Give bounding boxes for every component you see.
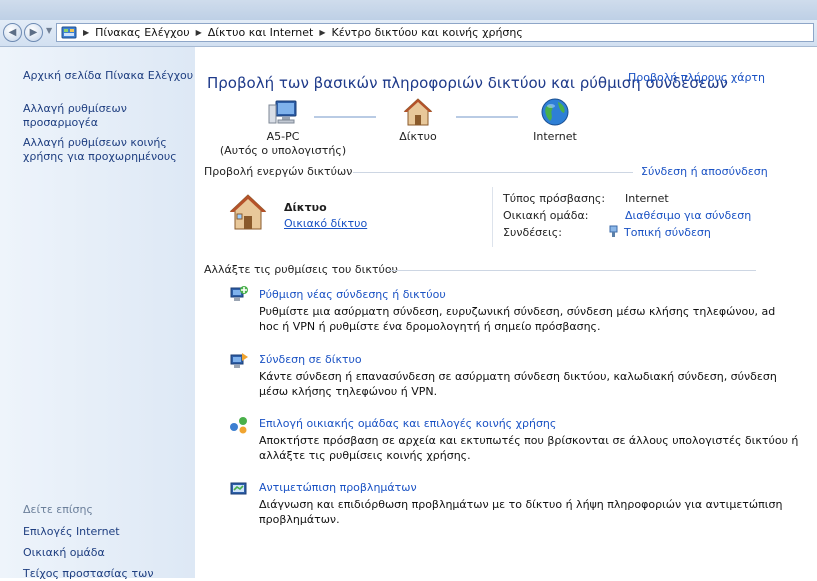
see-also-heading: Δείτε επίσης [23,503,93,516]
computer-icon [268,100,297,124]
network-name: Δίκτυο [284,201,327,214]
sidebar: Αρχική σελίδα Πίνακα Ελέγχου Αλλαγή ρυθμ… [0,47,195,581]
back-arrow-icon: ◀ [8,27,17,38]
breadcrumb-network-sharing-center[interactable]: Κέντρο δικτύου και κοινής χρήσης [332,26,523,39]
network-type-link[interactable]: Οικιακό δίκτυο [284,217,367,230]
sidebar-item-label: Αλλαγή ρυθμίσεων κοινής [23,136,167,149]
homegroup-join-link[interactable]: Διαθέσιμο για σύνδεση [625,209,751,222]
change-settings-heading: Αλλάξτε τις ρυθμίσεις του δικτύου [204,263,398,276]
connect-network-icon [230,353,248,368]
see-also-homegroup[interactable]: Οικιακή ομάδα [23,546,105,560]
task-setup-connection-description: Ρυθμίστε μια ασύρματη σύνδεση, ευρυζωνικ… [259,304,799,334]
description-line: hoc ή VPN ή ρυθμίστε ένα δρομολογητή ή σ… [259,320,601,333]
see-also-firewall[interactable]: Τείχος προστασίας των [23,567,153,581]
vertical-divider [492,187,493,247]
description-line: Κάντε σύνδεση ή επανασύνδεση σε ασύρματη… [259,370,777,383]
section-divider [353,172,633,173]
access-type-value: Internet [625,192,669,205]
new-connection-icon [230,286,248,301]
sidebar-item-advanced-sharing-settings[interactable]: Αλλαγή ρυθμίσεων κοινής χρήσης για προχω… [23,136,177,164]
access-type-label: Τύπος πρόσβασης: [503,192,606,205]
task-troubleshoot-link[interactable]: Αντιμετώπιση προβλημάτων [259,481,417,494]
troubleshoot-icon [230,482,247,495]
map-connector-line [314,116,376,118]
sidebar-item-control-panel-home[interactable]: Αρχική σελίδα Πίνακα Ελέγχου [23,69,193,83]
breadcrumb-control-panel[interactable]: Πίνακας Ελέγχου [95,26,189,39]
sidebar-item-label: Αλλαγή ρυθμίσεων [23,102,127,115]
address-bar: ◀ ▶ ▼ ▶ Πίνακας Ελέγχου ▶ Δίκτυο και Int… [0,20,817,47]
sidebar-item-change-adapter-settings[interactable]: Αλλαγή ρυθμίσεων προσαρμογέα [23,102,127,130]
description-line: προβλημάτων. [259,513,340,526]
homegroup-icon [230,417,247,434]
map-internet-label[interactable]: Internet [515,130,595,143]
task-connect-network-link[interactable]: Σύνδεση σε δίκτυο [259,353,362,366]
breadcrumb-separator: ▶ [195,28,202,37]
description-line: Ρυθμίστε μια ασύρματη σύνδεση, ευρυζωνικ… [259,305,776,318]
map-network-label[interactable]: Δίκτυο [378,130,458,143]
view-full-map-link[interactable]: Προβολή πλήρους χάρτη [628,71,765,84]
map-connector-line [456,116,518,118]
description-line: Διάγνωση και επιδιόρθωση προβλημάτων με … [259,498,783,511]
connections-label: Συνδέσεις: [503,226,562,239]
local-connection-link[interactable]: Τοπική σύνδεση [624,226,711,239]
globe-icon [541,98,569,126]
control-panel-icon [61,26,77,38]
forward-button[interactable]: ▶ [24,23,43,42]
house-icon [403,98,433,126]
task-troubleshoot-description: Διάγνωση και επιδιόρθωση προβλημάτων με … [259,497,799,527]
description-line: Αποκτήστε πρόσβαση σε αρχεία και εκτυπωτ… [259,434,799,447]
window-titlebar [0,0,817,20]
breadcrumb-network-internet[interactable]: Δίκτυο και Internet [208,26,314,39]
task-homegroup-sharing-link[interactable]: Επιλογή οικιακής ομάδας και επιλογές κοι… [259,417,556,430]
see-also-internet-options[interactable]: Επιλογές Internet [23,525,120,539]
section-divider [388,270,756,271]
sidebar-item-label: χρήσης για προχωρημένους [23,150,177,163]
ethernet-icon [609,225,618,237]
breadcrumb-separator: ▶ [319,28,326,37]
map-computer-name: A5-PC [266,130,300,143]
breadcrumb[interactable]: ▶ Πίνακας Ελέγχου ▶ Δίκτυο και Internet … [56,23,814,42]
task-setup-connection-link[interactable]: Ρύθμιση νέας σύνδεσης ή δικτύου [259,288,446,301]
homegroup-label: Οικιακή ομάδα: [503,209,589,222]
active-networks-heading: Προβολή ενεργών δικτύων [204,165,353,178]
task-homegroup-sharing-description: Αποκτήστε πρόσβαση σε αρχεία και εκτυπωτ… [259,433,804,463]
description-line: μέσω κλήσης τηλεφώνου ή VPN. [259,385,438,398]
map-computer-subtitle: (Αυτός ο υπολογιστής) [219,144,347,157]
main-content: Προβολή των βασικών πληροφοριών δικτύου … [195,47,817,578]
connect-disconnect-link[interactable]: Σύνδεση ή αποσύνδεση [641,165,768,178]
back-button[interactable]: ◀ [3,23,22,42]
sidebar-item-label: προσαρμογέα [23,116,98,129]
recent-pages-dropdown[interactable]: ▼ [46,26,52,35]
breadcrumb-separator: ▶ [83,28,90,37]
description-line: αλλάξτε τις ρυθμίσεις κοινής χρήσης. [259,449,471,462]
forward-arrow-icon: ▶ [29,27,38,38]
task-connect-network-description: Κάντε σύνδεση ή επανασύνδεση σε ασύρματη… [259,369,799,399]
house-icon [229,194,267,230]
